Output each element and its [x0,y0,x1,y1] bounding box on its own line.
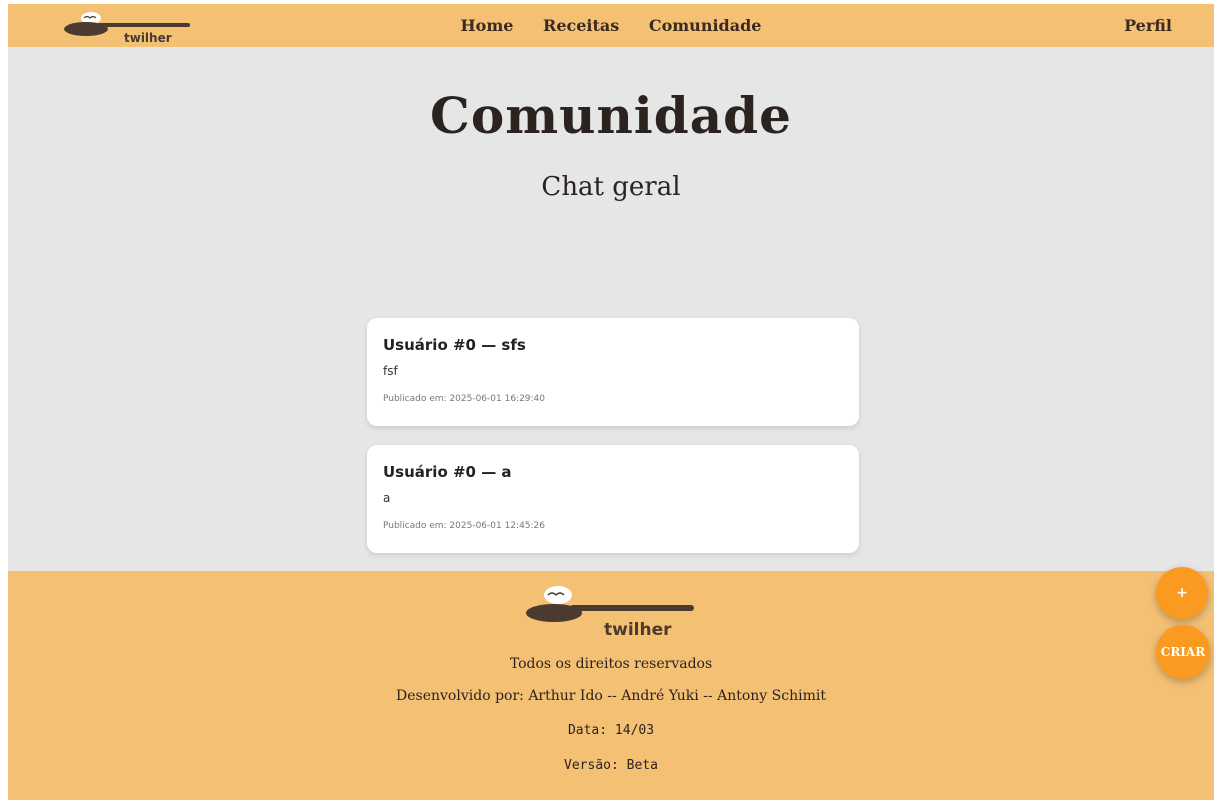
post-title: Usuário #0 — a [383,463,512,481]
post-card: Usuário #0 — a a Publicado em: 2025-06-0… [367,445,859,553]
post-body: a [383,491,391,505]
post-body: fsf [383,364,398,378]
nav-home[interactable]: Home [461,16,514,35]
footer-twilher-logo: twilher [526,586,694,639]
nav-receitas[interactable]: Receitas [543,16,619,35]
main-nav: Home Receitas Comunidade [8,16,1214,35]
app-frame: twilher Home Receitas Comunidade Perfil … [8,4,1214,800]
post-title: Usuário #0 — sfs [383,336,526,354]
nav-perfil[interactable]: Perfil [1124,16,1172,35]
add-fab-button[interactable]: + [1156,567,1208,619]
nav-comunidade[interactable]: Comunidade [649,16,762,35]
post-date: Publicado em: 2025-06-01 16:29:40 [383,394,546,404]
post-card: Usuário #0 — sfs fsf Publicado em: 2025-… [367,318,859,426]
post-date: Publicado em: 2025-06-01 12:45:26 [383,521,546,531]
footer-developers: Desenvolvido por: Arthur Ido -- André Yu… [396,688,826,704]
create-fab-button[interactable]: CRIAR [1156,625,1210,679]
footer: twilher Todos os direitos reservados Des… [8,571,1214,800]
footer-version: Versão: Beta [564,758,658,773]
page-title: Comunidade [430,86,792,145]
footer-logo-text: twilher [604,620,672,639]
footer-date: Data: 14/03 [567,723,655,738]
footer-rights: Todos os direitos reservados [509,656,713,672]
page-subtitle: Chat geral [541,172,681,202]
top-navbar: twilher Home Receitas Comunidade Perfil [8,4,1214,47]
